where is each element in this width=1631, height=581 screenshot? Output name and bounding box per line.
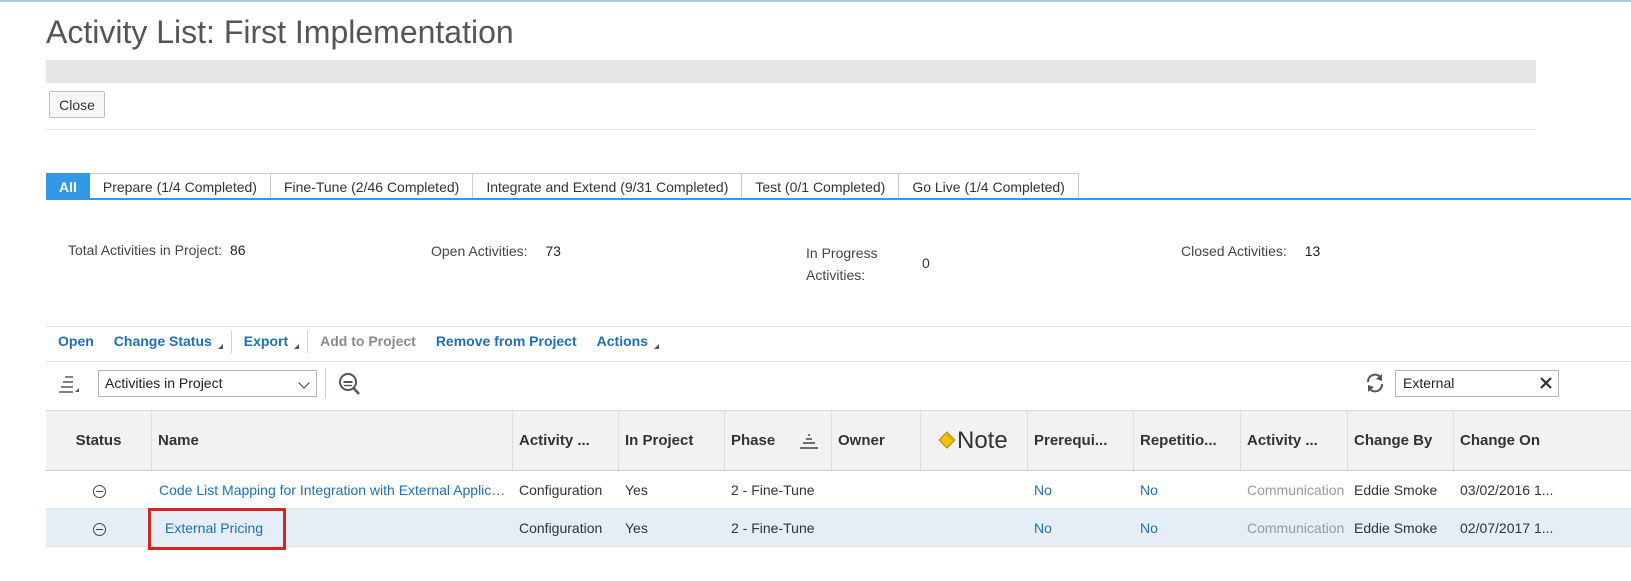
tab-integrate-and-extend[interactable]: Integrate and Extend (9/31 Completed)	[473, 173, 743, 200]
menu-triangle-icon	[217, 344, 223, 349]
sort-ascending-icon	[800, 434, 818, 449]
header-change-by[interactable]: Change By	[1348, 411, 1454, 470]
toolbar-separator	[307, 331, 309, 353]
chevron-down-icon	[298, 377, 310, 389]
divider	[46, 326, 1631, 327]
zoom-out-icon[interactable]	[337, 372, 361, 396]
status-open-icon	[92, 522, 106, 536]
stat-open: Open Activities: 73	[431, 243, 561, 259]
menu-triangle-icon	[294, 344, 300, 349]
in-project-cell: Yes	[625, 482, 648, 498]
menu-triangle-icon	[653, 344, 659, 349]
refresh-icon[interactable]	[1364, 372, 1386, 394]
divider	[46, 361, 1631, 362]
owner-cell	[832, 509, 921, 546]
name-link[interactable]: Code List Mapping for Integration with E…	[152, 471, 513, 508]
name-link[interactable]: External Pricing	[152, 509, 513, 546]
actions-label: Actions	[596, 333, 648, 349]
prerequisite-link[interactable]: No	[1028, 471, 1134, 508]
tab-test[interactable]: Test (0/1 Completed)	[742, 173, 900, 200]
status-open-icon	[92, 484, 106, 498]
divider	[46, 129, 1536, 130]
change-status-label: Change Status	[113, 333, 212, 349]
change-status-menu[interactable]: Change Status	[114, 333, 223, 353]
stat-in-progress-value: 0	[922, 255, 930, 271]
tab-all[interactable]: All	[46, 173, 90, 200]
search-input[interactable]: External	[1395, 370, 1559, 397]
tab-underline	[46, 198, 1631, 200]
view-select-value: Activities in Project	[105, 375, 223, 391]
activity-table: Status Name Activity ... In Project Phas…	[46, 410, 1631, 547]
actions-menu[interactable]: Actions	[597, 333, 659, 353]
action-toolbar: Open Change Status Export Add to Project…	[46, 331, 667, 353]
prerequisite-link[interactable]: No	[1028, 509, 1134, 546]
header-prerequisite[interactable]: Prerequi...	[1028, 411, 1134, 470]
stat-in-progress-label-2: Activities:	[806, 267, 866, 283]
repetition-link[interactable]: No	[1134, 509, 1241, 546]
tab-fine-tune[interactable]: Fine-Tune (2/46 Completed)	[270, 173, 474, 200]
change-on-cell: 03/02/2016 1...	[1460, 482, 1554, 498]
header-owner[interactable]: Owner	[832, 411, 921, 470]
export-label: Export	[243, 333, 289, 349]
stat-total: Total Activities in Project: 86	[68, 242, 246, 258]
owner-cell	[832, 471, 921, 508]
header-note[interactable]: Note	[921, 411, 1028, 470]
view-select[interactable]: Activities in Project	[98, 370, 317, 397]
tab-go-live[interactable]: Go Live (1/4 Completed)	[899, 173, 1079, 200]
toolbar-separator	[325, 368, 326, 398]
clear-icon[interactable]	[1539, 376, 1553, 390]
header-phase[interactable]: Phase	[725, 411, 832, 470]
phase-tabs: All Prepare (1/4 Completed) Fine-Tune (2…	[46, 173, 1079, 200]
search-input-value: External	[1403, 375, 1455, 391]
close-button[interactable]: Close	[49, 91, 105, 118]
change-by-cell: Eddie Smoke	[1354, 520, 1438, 536]
add-to-project-button[interactable]: Add to Project	[320, 333, 416, 353]
top-border	[0, 0, 1631, 2]
phase-cell: 2 - Fine-Tune	[731, 482, 815, 498]
stat-closed-label: Closed Activities:	[1181, 243, 1287, 259]
stat-in-progress-label-1: In Progress	[806, 245, 878, 261]
stat-in-progress: In Progress Activities:	[806, 242, 878, 286]
header-activity-2[interactable]: Activity ...	[1241, 411, 1348, 470]
note-cell	[921, 471, 1028, 508]
tab-prepare[interactable]: Prepare (1/4 Completed)	[89, 173, 271, 200]
activity-type-cell: Configuration	[519, 482, 603, 498]
change-on-cell: 02/07/2017 1...	[1460, 520, 1554, 536]
stat-total-value: 86	[229, 242, 246, 258]
in-project-cell: Yes	[625, 520, 648, 536]
stat-closed: Closed Activities: 13	[1181, 243, 1320, 259]
repetition-link[interactable]: No	[1134, 471, 1241, 508]
remove-from-project-button[interactable]: Remove from Project	[436, 333, 577, 353]
header-repetition[interactable]: Repetitio...	[1134, 411, 1241, 470]
header-phase-label: Phase	[731, 432, 776, 449]
table-row[interactable]: Code List Mapping for Integration with E…	[46, 471, 1631, 509]
note-cell	[921, 509, 1028, 546]
table-header: Status Name Activity ... In Project Phas…	[46, 410, 1631, 471]
status-cell	[46, 471, 152, 508]
sort-settings-icon[interactable]	[58, 374, 80, 394]
export-menu[interactable]: Export	[243, 333, 300, 353]
message-bar	[46, 60, 1536, 83]
change-by-cell: Eddie Smoke	[1354, 482, 1438, 498]
header-status[interactable]: Status	[46, 411, 152, 470]
toolbar-separator	[230, 331, 232, 353]
note-icon	[938, 431, 956, 449]
stat-open-label: Open Activities:	[431, 243, 528, 259]
header-activity-type[interactable]: Activity ...	[513, 411, 619, 470]
header-note-label: Note	[957, 427, 1008, 454]
header-name[interactable]: Name	[152, 411, 513, 470]
activity-type-cell: Configuration	[519, 520, 603, 536]
activity-2-cell: Communication	[1247, 482, 1345, 498]
phase-cell: 2 - Fine-Tune	[731, 520, 815, 536]
table-row[interactable]: External Pricing Configuration Yes 2 - F…	[46, 509, 1631, 547]
header-change-on[interactable]: Change On	[1454, 411, 1569, 470]
page-title: Activity List: First Implementation	[46, 14, 514, 50]
header-in-project[interactable]: In Project	[619, 411, 725, 470]
status-cell	[46, 509, 152, 546]
stat-open-value: 73	[545, 243, 561, 259]
open-button[interactable]: Open	[58, 333, 94, 353]
stat-closed-value: 13	[1304, 243, 1321, 259]
activity-2-cell: Communication	[1247, 520, 1345, 536]
stat-total-label: Total Activities in Project:	[68, 242, 223, 258]
